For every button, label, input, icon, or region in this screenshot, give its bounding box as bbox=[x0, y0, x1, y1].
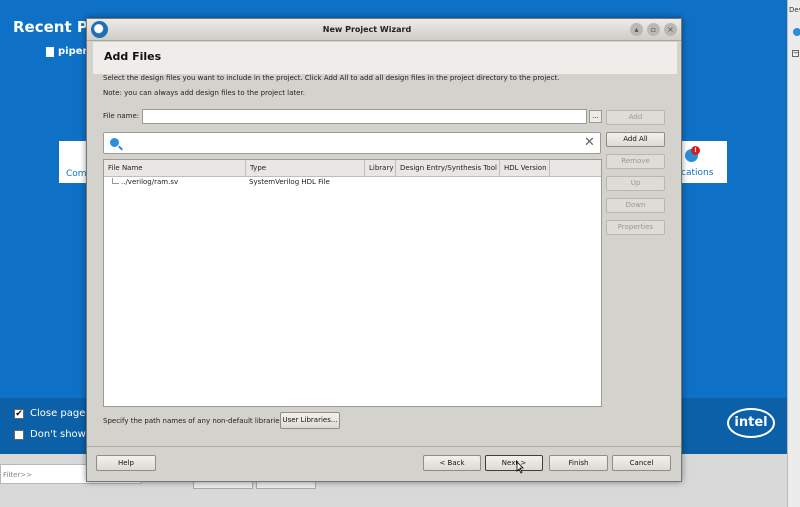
collapse-icon[interactable]: − bbox=[792, 50, 799, 57]
close-page-option[interactable]: ✔ Close page a bbox=[14, 408, 95, 419]
dialog-title: New Project Wizard bbox=[322, 25, 412, 34]
page-description: Select the design files you want to incl… bbox=[103, 74, 560, 82]
cell-file-name: ../verilog/ram.sv bbox=[104, 177, 246, 188]
cell-hdl-version bbox=[500, 177, 550, 188]
finish-button[interactable]: Finish bbox=[549, 455, 608, 471]
page-title: Add Files bbox=[104, 50, 162, 63]
down-button[interactable]: Down bbox=[606, 198, 665, 213]
browse-button[interactable]: ... bbox=[589, 110, 602, 123]
wizard-header: Add Files bbox=[93, 42, 677, 74]
close-page-label: Close page a bbox=[30, 408, 95, 419]
add-button[interactable]: Add bbox=[606, 110, 665, 125]
file-name-input[interactable] bbox=[142, 109, 587, 124]
bottom-toolbar-button[interactable] bbox=[256, 481, 316, 489]
compilation-card-label: Com bbox=[66, 169, 87, 179]
dialog-titlebar[interactable]: New Project Wizard ▴ ▫ × bbox=[87, 19, 681, 41]
close-icon[interactable]: × bbox=[664, 23, 677, 36]
device-panel-icon bbox=[793, 28, 800, 36]
column-header-type[interactable]: Type bbox=[246, 160, 365, 177]
recent-project-item[interactable]: pipen bbox=[46, 46, 90, 57]
restore-icon[interactable]: ▫ bbox=[647, 23, 660, 36]
device-panel bbox=[787, 0, 800, 507]
file-filter-search[interactable]: ✕ bbox=[103, 132, 601, 154]
clear-icon[interactable]: ✕ bbox=[584, 136, 595, 150]
dont-show-checkbox[interactable] bbox=[14, 429, 24, 440]
file-name-label: File name: bbox=[103, 112, 140, 120]
up-button[interactable]: Up bbox=[606, 176, 665, 191]
search-icon bbox=[110, 138, 119, 147]
cell-type: SystemVerilog HDL File bbox=[249, 178, 330, 186]
cell-tool bbox=[396, 177, 500, 188]
footer-separator bbox=[87, 446, 681, 447]
intel-logo: intel bbox=[727, 408, 775, 438]
notification-badge: ! bbox=[691, 146, 700, 155]
shade-icon[interactable]: ▴ bbox=[630, 23, 643, 36]
user-libraries-button[interactable]: User Libraries... bbox=[280, 412, 340, 429]
notifications-card-label: cations bbox=[681, 168, 714, 178]
document-icon bbox=[46, 46, 54, 57]
page-note: Note: you can always add design files to… bbox=[103, 89, 305, 97]
back-button[interactable]: < Back bbox=[423, 455, 481, 471]
dont-show-label: Don't show t bbox=[30, 429, 93, 440]
remove-button[interactable]: Remove bbox=[606, 154, 665, 169]
cell-library bbox=[365, 177, 396, 188]
next-button[interactable]: Next > bbox=[485, 455, 543, 471]
device-panel-label: Dev bbox=[789, 6, 800, 14]
files-table: File Name Type Library Design Entry/Synt… bbox=[103, 159, 602, 407]
cancel-button[interactable]: Cancel bbox=[612, 455, 671, 471]
recent-project-label: pipen bbox=[58, 46, 90, 57]
libraries-description: Specify the path names of any non-defaul… bbox=[103, 417, 286, 425]
table-header: File Name Type Library Design Entry/Synt… bbox=[104, 160, 601, 177]
column-header-library[interactable]: Library bbox=[365, 160, 396, 177]
column-header-file-name[interactable]: File Name bbox=[104, 160, 246, 177]
column-header-hdl-version[interactable]: HDL Version bbox=[500, 160, 550, 177]
properties-button[interactable]: Properties bbox=[606, 220, 665, 235]
new-project-wizard-dialog: New Project Wizard ▴ ▫ × Add Files Selec… bbox=[86, 18, 682, 482]
compilation-card[interactable]: Com bbox=[59, 141, 87, 183]
dont-show-option[interactable]: Don't show t bbox=[14, 429, 93, 440]
file-name-text: ../verilog/ram.sv bbox=[121, 177, 233, 188]
close-page-checkbox[interactable]: ✔ bbox=[14, 408, 24, 419]
help-button[interactable]: Help bbox=[96, 455, 156, 471]
add-all-button[interactable]: Add All bbox=[606, 132, 665, 147]
tree-branch-icon bbox=[112, 178, 119, 184]
bottom-toolbar-button[interactable] bbox=[193, 481, 253, 489]
notifications-card[interactable]: ! cations bbox=[680, 141, 727, 183]
column-header-tool[interactable]: Design Entry/Synthesis Tool bbox=[396, 160, 500, 177]
table-row[interactable]: ../verilog/ram.sv SystemVerilog HDL File bbox=[104, 177, 601, 188]
mouse-cursor-icon bbox=[516, 461, 524, 474]
